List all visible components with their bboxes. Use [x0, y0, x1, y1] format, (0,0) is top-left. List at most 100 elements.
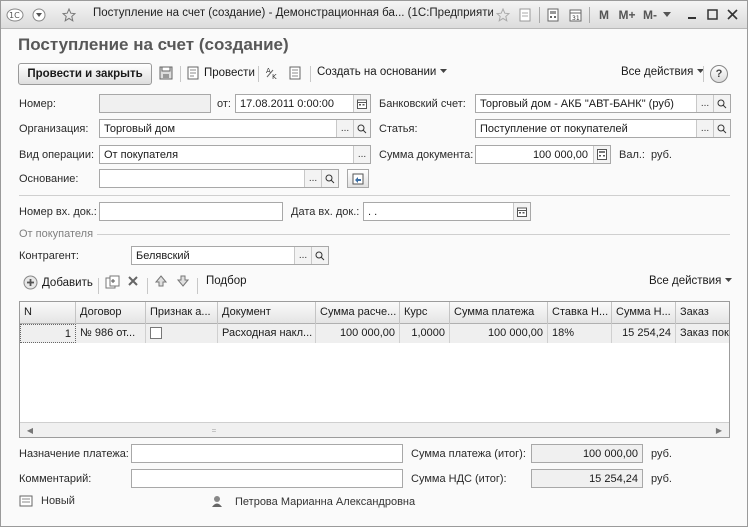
vat-total-label: Сумма НДС (итог):	[411, 473, 507, 485]
operation-type-value: От покупателя	[104, 149, 179, 161]
link-icon[interactable]	[517, 6, 533, 23]
close-icon[interactable]	[725, 6, 739, 23]
operation-type-field[interactable]: От покупателя ...	[99, 145, 371, 164]
copy-row-button[interactable]	[105, 275, 120, 290]
cell-settlement-sum[interactable]: 100 000,00	[316, 324, 400, 343]
open-icon[interactable]	[353, 120, 370, 137]
select-button[interactable]: ...	[353, 146, 370, 163]
column-header-contract[interactable]: Договор	[76, 302, 146, 324]
save-button[interactable]	[159, 66, 173, 80]
calendar-icon[interactable]	[353, 95, 370, 112]
app-logo-icon[interactable]: 1С	[5, 6, 25, 23]
maximize-icon[interactable]	[705, 6, 719, 23]
payment-purpose-field[interactable]	[131, 444, 403, 463]
sort-button[interactable]: AK	[265, 66, 281, 80]
open-icon[interactable]	[311, 247, 328, 264]
section-header: От покупателя	[19, 228, 94, 240]
column-header-document[interactable]: Документ	[218, 302, 316, 324]
select-button[interactable]: ...	[696, 95, 713, 112]
select-button[interactable]: ...	[294, 247, 311, 264]
column-header-n[interactable]: N	[20, 302, 76, 324]
contractor-field[interactable]: Белявский ...	[131, 246, 329, 265]
column-header-vat-sum[interactable]: Сумма Н...	[612, 302, 676, 324]
document-window: 1С Поступление на счет (создание) - Демо…	[0, 0, 748, 527]
open-icon[interactable]	[713, 95, 730, 112]
cell-payment-sum[interactable]: 100 000,00	[450, 324, 548, 343]
post-button[interactable]: Провести	[186, 66, 255, 80]
open-icon[interactable]	[321, 170, 338, 187]
user-icon	[212, 496, 222, 507]
column-header-vat-rate[interactable]: Ставка Н...	[548, 302, 612, 324]
column-header-rate[interactable]: Курс	[400, 302, 450, 324]
move-up-button[interactable]	[155, 275, 167, 287]
memory-minus-button[interactable]: M-	[641, 6, 659, 23]
memory-button[interactable]: M	[597, 6, 611, 23]
calculator-icon[interactable]	[593, 146, 610, 163]
scroll-thumb[interactable]: =	[210, 423, 218, 437]
cell-order[interactable]: Заказ пок	[676, 324, 729, 343]
incoming-date-field[interactable]: . .	[363, 202, 531, 221]
cell-vat-rate[interactable]: 18%	[548, 324, 612, 343]
scroll-right-icon[interactable]: ▶	[711, 423, 727, 437]
column-header-payment-sum[interactable]: Сумма платежа	[450, 302, 548, 324]
star-icon[interactable]	[60, 6, 78, 23]
delete-row-button[interactable]	[127, 275, 139, 287]
menu-dropdown-icon[interactable]	[31, 6, 47, 23]
article-field[interactable]: Поступление от покупателей ...	[475, 119, 731, 138]
command-bar: Провести и закрыть Провести AK Создать н…	[18, 63, 732, 85]
svg-text:K: K	[272, 73, 277, 80]
create-based-on-menu[interactable]: Создать на основании	[317, 66, 448, 78]
calendar-icon[interactable]: 31	[567, 6, 583, 23]
cell-vat-sum[interactable]: 15 254,24	[612, 324, 676, 343]
table-row[interactable]: 1 № 986 от... Расходная накл... 100 000,…	[20, 324, 729, 343]
favorite-icon[interactable]	[495, 6, 511, 23]
select-button[interactable]: ...	[336, 120, 353, 137]
scroll-left-icon[interactable]: ◀	[22, 423, 38, 437]
comment-field[interactable]	[131, 469, 403, 488]
payment-purpose-label: Назначение платежа:	[19, 448, 129, 460]
cell-contract[interactable]: № 986 от...	[76, 324, 146, 343]
organization-value: Торговый дом	[104, 123, 176, 135]
advance-checkbox[interactable]	[150, 327, 162, 339]
fill-from-basis-button[interactable]	[347, 169, 369, 188]
chevron-down-icon	[440, 69, 448, 73]
memory-plus-button[interactable]: M+	[617, 6, 637, 23]
calculator-icon[interactable]	[545, 6, 561, 23]
report-button[interactable]	[288, 66, 302, 80]
cell-n[interactable]: 1	[20, 324, 76, 343]
title-bar: 1С Поступление на счет (создание) - Демо…	[1, 1, 747, 29]
incoming-number-field[interactable]	[99, 202, 283, 221]
sort-icon: AK	[266, 67, 277, 80]
arrow-down-icon	[177, 275, 189, 287]
column-header-advance[interactable]: Признак а...	[146, 302, 218, 324]
cell-rate[interactable]: 1,0000	[400, 324, 450, 343]
payments-table[interactable]: N Договор Признак а... Документ Сумма ра…	[19, 301, 730, 438]
author-name: Петрова Марианна Александровна	[235, 495, 416, 508]
document-sum-field[interactable]: 100 000,00	[475, 145, 611, 164]
select-button[interactable]: ...	[304, 170, 321, 187]
table-all-actions-menu[interactable]: Все действия	[649, 275, 733, 287]
column-header-settlement-sum[interactable]: Сумма расче...	[316, 302, 400, 324]
post-and-close-button[interactable]: Провести и закрыть	[18, 63, 152, 85]
horizontal-scrollbar[interactable]: ◀ = ▶	[20, 422, 729, 437]
page-title: Поступление на счет (создание)	[18, 35, 289, 54]
add-row-button[interactable]: Добавить	[23, 275, 93, 290]
organization-field[interactable]: Торговый дом ...	[99, 119, 371, 138]
pick-button[interactable]: Подбор	[206, 275, 247, 287]
chevron-down-icon[interactable]	[661, 6, 673, 23]
calendar-icon[interactable]	[513, 203, 530, 220]
number-label: Номер:	[19, 98, 56, 110]
bank-account-field[interactable]: Торговый дом - АКБ "АВТ-БАНК" (руб) ...	[475, 94, 731, 113]
minimize-icon[interactable]	[685, 6, 699, 23]
cell-advance[interactable]	[146, 324, 218, 343]
basis-field[interactable]: ...	[99, 169, 339, 188]
all-actions-menu[interactable]: Все действия	[621, 66, 705, 78]
column-header-order[interactable]: Заказ	[676, 302, 729, 324]
cell-document[interactable]: Расходная накл...	[218, 324, 316, 343]
help-button[interactable]: ?	[710, 65, 728, 83]
move-down-button[interactable]	[177, 275, 189, 287]
number-field[interactable]	[99, 94, 211, 113]
open-icon[interactable]	[713, 120, 730, 137]
select-button[interactable]: ...	[696, 120, 713, 137]
date-field[interactable]: 17.08.2011 0:00:00	[235, 94, 371, 113]
